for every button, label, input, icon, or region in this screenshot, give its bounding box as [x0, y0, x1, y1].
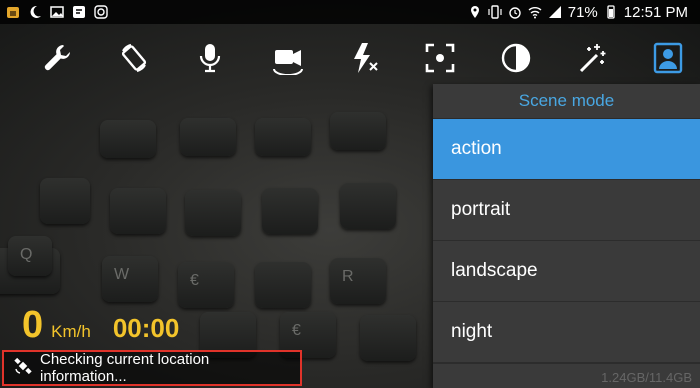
battery-percent: 71%	[567, 3, 598, 21]
clock: 12:51 PM	[623, 3, 688, 21]
storage-indicator: 1.24GB/11.4GB	[601, 370, 692, 385]
scene-option-landscape[interactable]: landscape	[433, 241, 700, 302]
microphone-icon[interactable]	[188, 36, 232, 80]
speed-value: 0	[22, 304, 44, 346]
scene-option-night[interactable]: night	[433, 302, 700, 363]
rotate-icon[interactable]	[112, 36, 156, 80]
image-icon	[50, 5, 64, 19]
magic-wand-icon[interactable]	[570, 36, 614, 80]
focus-icon[interactable]	[418, 36, 462, 80]
scene-mode-title: Scene mode	[433, 84, 700, 119]
flash-off-icon[interactable]	[342, 36, 386, 80]
exposure-icon[interactable]	[494, 36, 538, 80]
signal-icon	[548, 5, 562, 19]
speed-display: 0 Km/h 00:00	[22, 306, 179, 344]
app-home-icon	[6, 5, 20, 19]
video-camera-icon[interactable]	[266, 36, 310, 80]
battery-icon	[604, 5, 618, 19]
moon-icon	[28, 5, 42, 19]
portrait-icon[interactable]	[646, 36, 690, 80]
location-icon	[468, 5, 482, 19]
satellite-icon	[14, 357, 32, 379]
alarm-icon	[508, 5, 522, 19]
status-bar: 71% 12:51 PM	[0, 0, 700, 24]
location-status-bar: Checking current location information...	[2, 350, 302, 386]
location-status-text: Checking current location information...	[40, 351, 210, 385]
wifi-icon	[528, 5, 542, 19]
speed-unit: Km/h	[51, 322, 91, 341]
vibrate-icon	[488, 5, 502, 19]
scene-mode-menu: Scene mode action portrait landscape nig…	[433, 84, 700, 388]
wrench-icon[interactable]	[36, 36, 80, 80]
recording-timer: 00:00	[112, 313, 180, 343]
scene-option-action[interactable]: action	[433, 119, 700, 180]
instagram-icon	[94, 5, 108, 19]
message-icon	[72, 5, 86, 19]
scene-option-portrait[interactable]: portrait	[433, 180, 700, 241]
camera-toolbar	[30, 36, 690, 80]
